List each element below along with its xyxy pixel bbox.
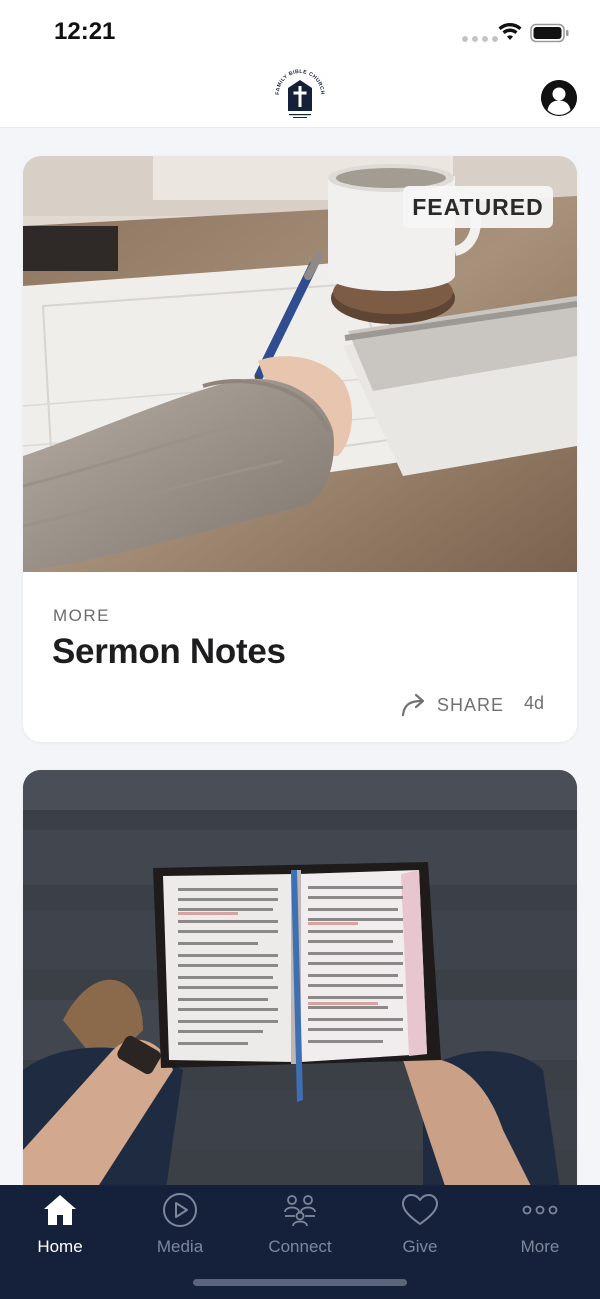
tab-label: More <box>520 1237 560 1256</box>
tab-give[interactable]: Give <box>360 1185 480 1265</box>
status-time: 12:21 <box>54 18 116 45</box>
play-circle-icon <box>162 1191 198 1229</box>
tab-more[interactable]: More <box>480 1185 600 1265</box>
profile-button[interactable] <box>541 80 577 116</box>
tab-connect[interactable]: Connect <box>240 1185 360 1265</box>
people-icon <box>281 1191 319 1229</box>
tab-label: Give <box>402 1237 438 1256</box>
share-button[interactable]: SHARE <box>401 690 504 720</box>
status-bar: 12:21 <box>0 0 600 64</box>
app-header: FAMILY BIBLE CHURCH <box>0 64 600 128</box>
person-reading-bible-photo <box>23 770 577 1185</box>
card-title[interactable]: Sermon Notes <box>52 632 286 672</box>
tab-home[interactable]: Home <box>0 1185 120 1265</box>
share-label: SHARE <box>437 694 505 715</box>
app-screen: 12:21 FAMILY BIBLE CHURCH FEATURED MORE … <box>0 0 600 1299</box>
tab-label: Media <box>156 1237 204 1256</box>
card-category: MORE <box>53 606 110 625</box>
card-image <box>23 770 577 1185</box>
content-card[interactable] <box>23 770 577 1185</box>
feed: FEATURED MORE Sermon Notes SHARE 4d <box>0 128 600 1185</box>
home-icon <box>42 1191 78 1229</box>
share-arrow-icon <box>401 693 425 717</box>
church-logo[interactable]: FAMILY BIBLE CHURCH <box>273 68 327 124</box>
signal-icon <box>462 36 498 42</box>
card-age: 4d <box>524 693 545 713</box>
tab-label: Home <box>37 1237 83 1256</box>
featured-badge: FEATURED <box>403 186 553 228</box>
tab-media[interactable]: Media <box>120 1185 240 1265</box>
content-card[interactable]: FEATURED MORE Sermon Notes SHARE 4d <box>23 156 577 742</box>
tab-label: Connect <box>268 1237 332 1256</box>
battery-icon <box>530 23 569 43</box>
person-circle-icon <box>541 80 577 116</box>
wifi-icon <box>498 23 522 40</box>
home-indicator <box>193 1279 407 1286</box>
more-dots-icon <box>521 1191 559 1229</box>
heart-icon <box>401 1191 439 1229</box>
